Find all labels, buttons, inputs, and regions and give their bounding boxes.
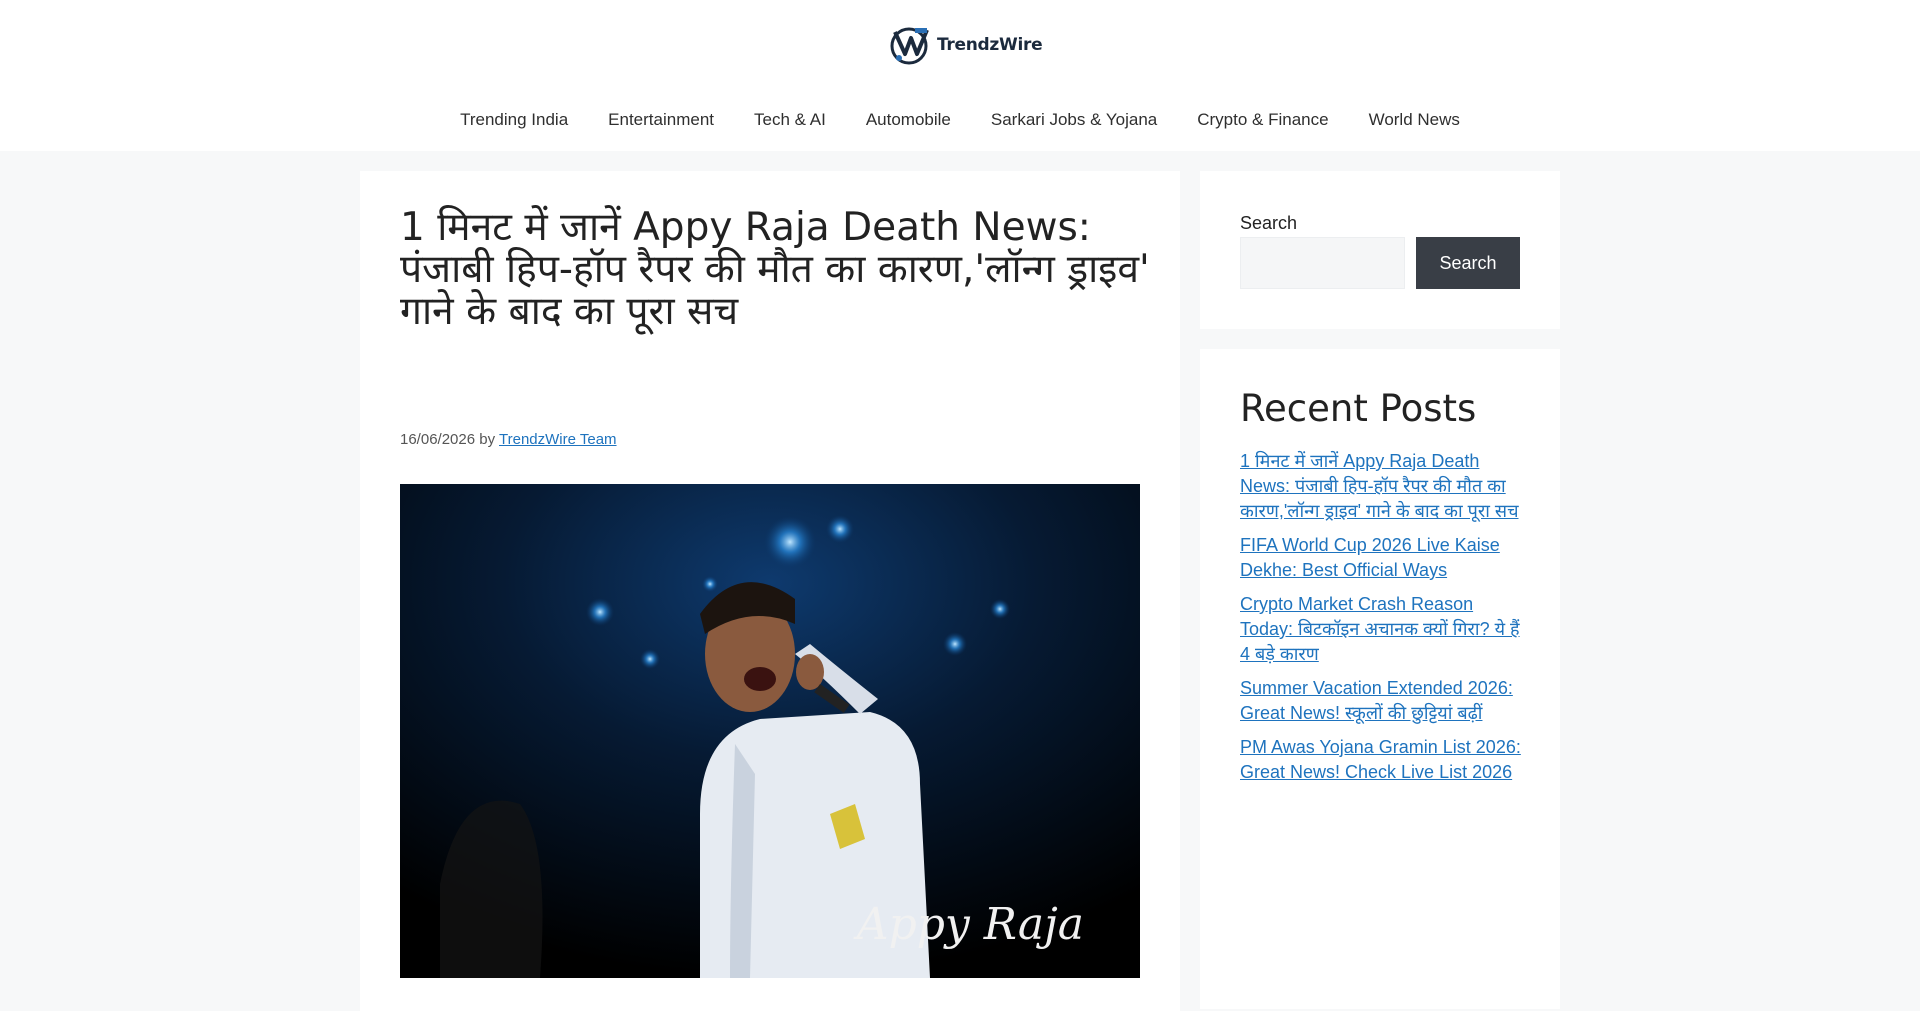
nav-item-sarkari-jobs[interactable]: Sarkari Jobs & Yojana — [971, 108, 1177, 132]
list-item: Summer Vacation Extended 2026: Great New… — [1240, 676, 1530, 726]
site-logo[interactable]: TrendzWire — [889, 24, 1043, 66]
article-card: 1 मिनट में जानें Appy Raja Death News: प… — [360, 171, 1180, 1011]
article-featured-image: Appy Raja — [400, 484, 1140, 978]
article-date: 16/06/2026 — [400, 431, 476, 448]
nav-item-world-news[interactable]: World News — [1349, 108, 1480, 132]
list-item: Crypto Market Crash Reason Today: बिटकॉइ… — [1240, 592, 1530, 667]
main-navigation: Trending India Entertainment Tech & AI A… — [0, 108, 1920, 132]
sidebar-search-widget: Search Search — [1200, 171, 1560, 329]
site-header: TrendzWire Trending India Entertainment … — [0, 0, 1920, 151]
article-by: by — [479, 431, 496, 448]
recent-post-link[interactable]: Summer Vacation Extended 2026: Great New… — [1240, 678, 1513, 723]
article-author-link[interactable]: TrendzWire Team — [499, 431, 617, 448]
article-title: 1 मिनट में जानें Appy Raja Death News: प… — [400, 205, 1150, 334]
nav-item-automobile[interactable]: Automobile — [846, 108, 971, 132]
article-meta: 16/06/2026 by TrendzWire Team — [400, 431, 617, 448]
search-button[interactable]: Search — [1416, 237, 1520, 289]
list-item: PM Awas Yojana Gramin List 2026: Great N… — [1240, 735, 1530, 785]
recent-posts-list: 1 मिनट में जानें Appy Raja Death News: प… — [1240, 449, 1530, 794]
image-caption: Appy Raja — [856, 899, 1084, 950]
search-label: Search — [1240, 213, 1298, 233]
recent-posts-heading: Recent Posts — [1240, 387, 1477, 430]
site-name: TrendzWire — [937, 35, 1043, 55]
trendzwire-logo-icon — [889, 24, 933, 66]
nav-item-trending-india[interactable]: Trending India — [440, 108, 588, 132]
search-input[interactable] — [1240, 237, 1405, 289]
recent-post-link[interactable]: FIFA World Cup 2026 Live Kaise Dekhe: Be… — [1240, 535, 1500, 580]
recent-post-link[interactable]: PM Awas Yojana Gramin List 2026: Great N… — [1240, 737, 1521, 782]
list-item: FIFA World Cup 2026 Live Kaise Dekhe: Be… — [1240, 533, 1530, 583]
recent-post-link[interactable]: Crypto Market Crash Reason Today: बिटकॉइ… — [1240, 594, 1520, 664]
sidebar-recent-posts: Recent Posts 1 मिनट में जानें Appy Raja … — [1200, 349, 1560, 1009]
nav-item-crypto-finance[interactable]: Crypto & Finance — [1177, 108, 1348, 132]
nav-item-tech-ai[interactable]: Tech & AI — [734, 108, 846, 132]
nav-item-entertainment[interactable]: Entertainment — [588, 108, 734, 132]
recent-post-link[interactable]: 1 मिनट में जानें Appy Raja Death News: प… — [1240, 451, 1519, 521]
list-item: 1 मिनट में जानें Appy Raja Death News: प… — [1240, 449, 1530, 524]
